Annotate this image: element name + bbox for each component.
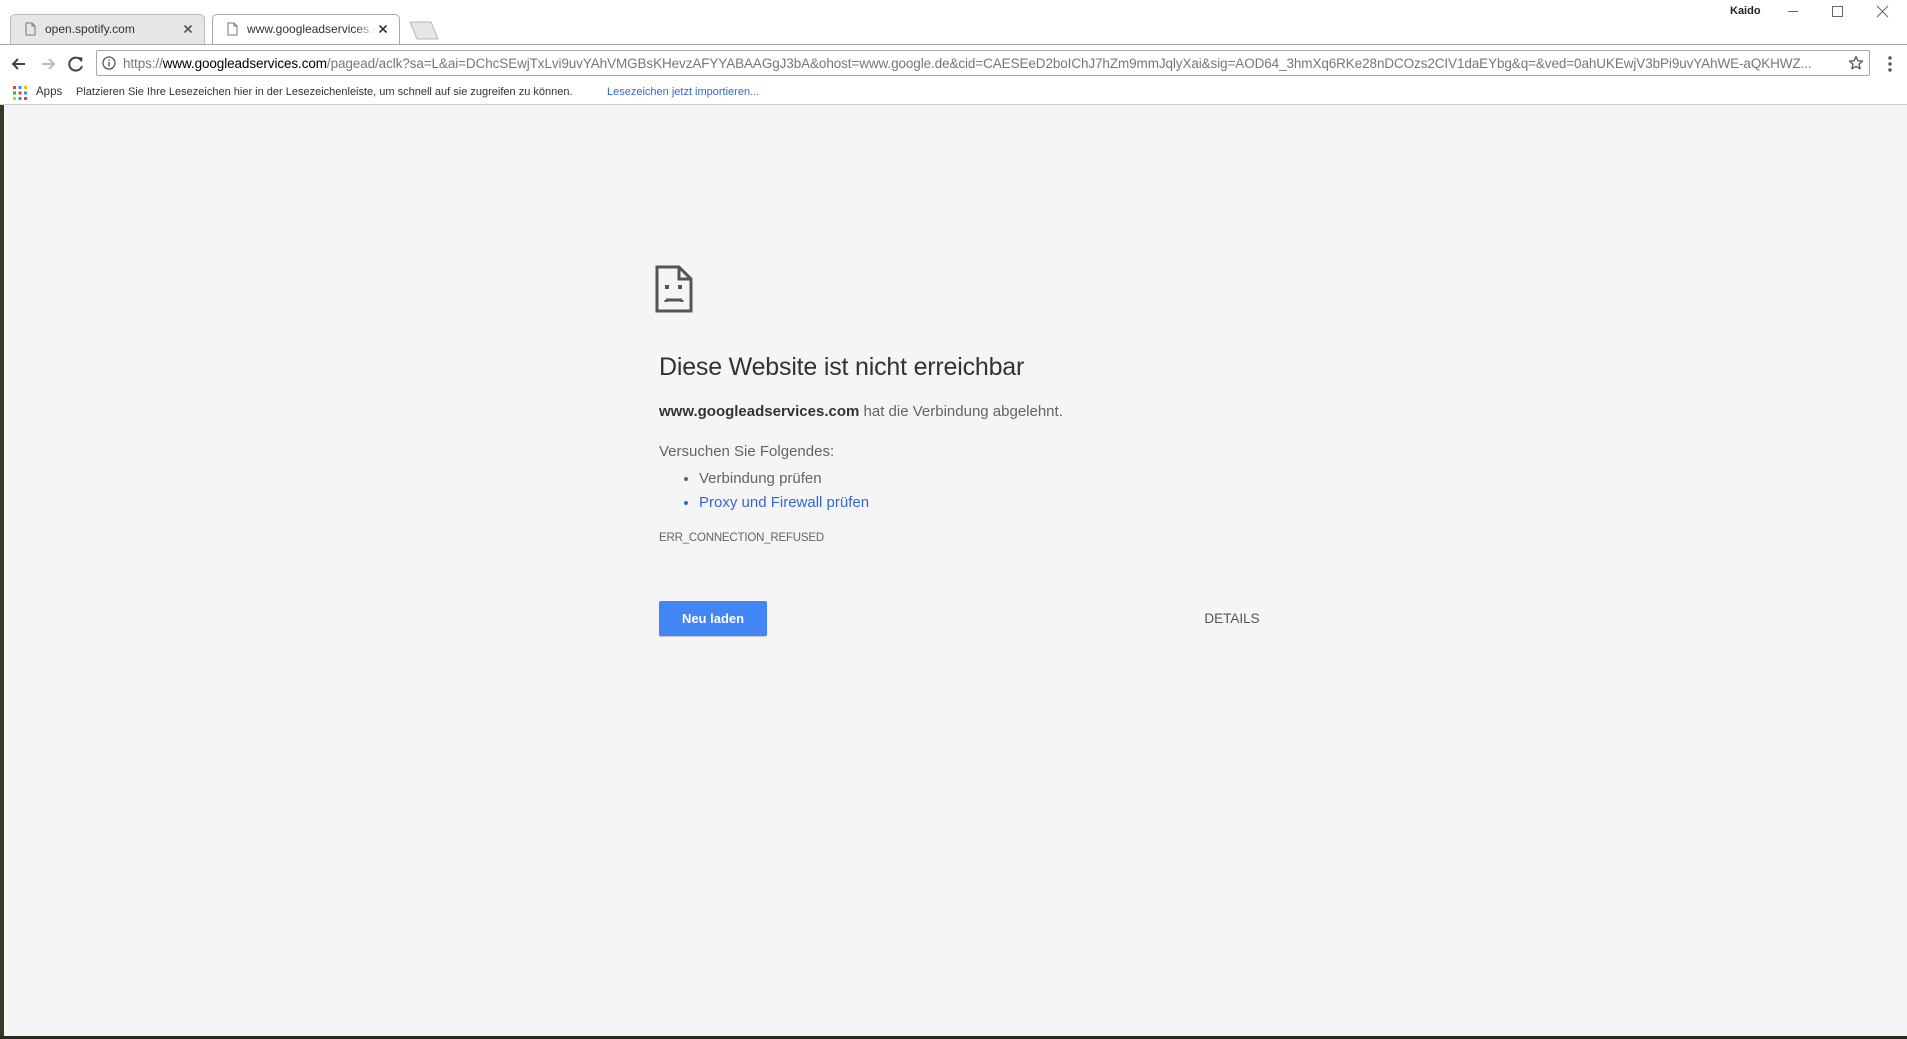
toolbar: https://www.googleadservices.com/pagead/… <box>0 44 1907 81</box>
error-summary-text: hat die Verbindung abgelehnt. <box>859 403 1063 420</box>
new-tab-button[interactable] <box>405 21 439 40</box>
star-icon[interactable] <box>1848 55 1864 71</box>
suggestions-list: Verbindung prüfen Proxy und Firewall prü… <box>659 467 869 515</box>
error-page: Diese Website ist nicht erreichbar www.g… <box>4 105 1907 1037</box>
tab-title: open.spotify.com <box>45 22 135 36</box>
menu-icon[interactable] <box>1880 54 1900 74</box>
error-code: ERR_CONNECTION_REFUSED <box>659 532 824 544</box>
page-icon <box>25 22 36 36</box>
reload-page-button[interactable]: Neu laden <box>659 601 767 636</box>
error-heading: Diese Website ist nicht erreichbar <box>659 353 1025 381</box>
close-window-button[interactable] <box>1860 0 1904 24</box>
url-text[interactable]: https://www.googleadservices.com/pagead/… <box>123 56 1823 71</box>
bookmarks-hint-text: Platzieren Sie Ihre Lesezeichen hier in … <box>76 86 573 98</box>
close-icon[interactable] <box>181 22 195 36</box>
minimize-button[interactable] <box>1771 0 1815 24</box>
apps-shortcut[interactable]: Apps <box>36 86 62 98</box>
profile-name[interactable]: Kaido <box>1730 5 1761 17</box>
suggestion-check-proxy-link[interactable]: Proxy und Firewall prüfen <box>699 491 869 515</box>
browser-chrome: open.spotify.com www.googleadservices.co… <box>0 0 1907 105</box>
suggestions-heading: Versuchen Sie Folgendes: <box>659 443 835 460</box>
close-icon[interactable] <box>376 22 390 36</box>
bookmarks-bar: Apps Platzieren Sie Ihre Lesezeichen hie… <box>0 81 1907 105</box>
address-bar[interactable]: https://www.googleadservices.com/pagead/… <box>96 50 1870 76</box>
error-host: www.googleadservices.com <box>659 403 860 420</box>
import-bookmarks-link[interactable]: Lesezeichen jetzt importieren... <box>607 86 759 98</box>
reload-icon[interactable] <box>65 53 87 75</box>
maximize-button[interactable] <box>1815 0 1859 24</box>
back-icon[interactable] <box>8 53 30 75</box>
tab-title: www.googleadservices.com <box>247 22 375 36</box>
tab-open-spotify[interactable]: open.spotify.com <box>10 14 205 44</box>
info-icon[interactable] <box>102 56 116 70</box>
page-icon <box>227 22 238 36</box>
tab-googleadservices[interactable]: www.googleadservices.com <box>212 14 400 44</box>
title-bar: open.spotify.com www.googleadservices.co… <box>0 0 1907 44</box>
suggestion-check-connection: Verbindung prüfen <box>699 467 869 491</box>
apps-grid-icon[interactable] <box>13 86 27 100</box>
url-host: www.googleadservices.com <box>162 56 327 71</box>
error-summary: www.googleadservices.com hat die Verbind… <box>659 403 1063 420</box>
url-scheme: https:// <box>123 56 163 71</box>
sad-page-icon <box>655 265 693 313</box>
url-path: /pagead/aclk?sa=L&ai=DChcSEwjTxLvi9uvYAh… <box>326 56 1812 71</box>
forward-icon[interactable] <box>37 53 59 75</box>
details-button[interactable]: DETAILS <box>1194 601 1270 636</box>
